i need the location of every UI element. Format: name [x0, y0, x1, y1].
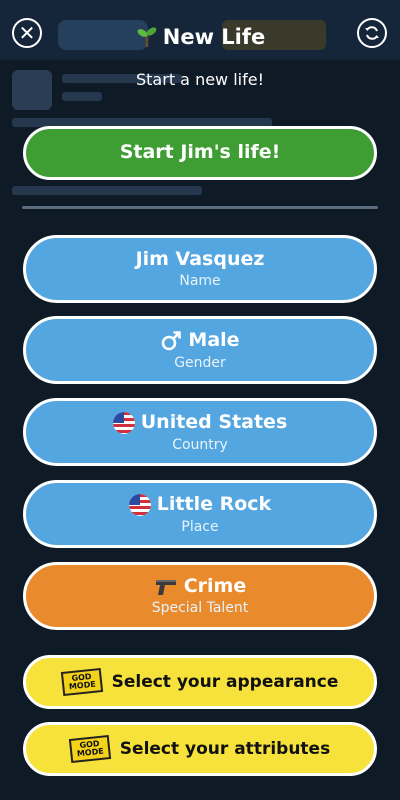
select-appearance-button[interactable]: GOD MODE Select your appearance — [23, 655, 377, 709]
page-subtitle: Start a new life! — [136, 70, 264, 89]
male-symbol-icon — [162, 330, 182, 350]
gender-caption: Gender — [174, 354, 226, 371]
special-talent-button[interactable]: Crime Special Talent — [23, 562, 377, 630]
country-button[interactable]: United States Country — [23, 398, 377, 466]
talent-caption: Special Talent — [151, 600, 249, 617]
gender-value: Male — [188, 328, 240, 351]
place-value: Little Rock — [156, 492, 272, 515]
gender-button[interactable]: Male Gender — [23, 316, 377, 384]
god-mode-badge-icon: GOD MODE — [68, 734, 111, 764]
talent-value: Crime — [183, 574, 247, 597]
page-title: New Life — [162, 25, 266, 49]
us-flag-icon — [128, 493, 151, 516]
select-attributes-label: Select your attributes — [119, 739, 331, 759]
select-attributes-button[interactable]: GOD MODE Select your attributes — [23, 722, 377, 776]
us-flag-icon — [112, 411, 135, 434]
start-life-label: Start Jim's life! — [119, 141, 281, 164]
country-caption: Country — [172, 436, 228, 453]
select-appearance-label: Select your appearance — [111, 672, 339, 692]
background-separator — [22, 206, 378, 209]
name-value: Jim Vasquez — [135, 247, 265, 270]
name-caption: Name — [179, 273, 221, 290]
country-value: United States — [140, 410, 288, 433]
pistol-icon — [155, 579, 176, 595]
header-title-group: New Life — [0, 25, 400, 49]
sprout-icon — [137, 27, 157, 47]
background-text-line — [12, 186, 202, 195]
start-life-button[interactable]: Start Jim's life! — [23, 126, 377, 180]
name-button[interactable]: Jim Vasquez Name — [23, 235, 377, 303]
place-button[interactable]: Little Rock Place — [23, 480, 377, 548]
place-caption: Place — [181, 518, 219, 535]
god-mode-badge-icon: GOD MODE — [60, 667, 103, 697]
background-text-line — [62, 92, 102, 101]
